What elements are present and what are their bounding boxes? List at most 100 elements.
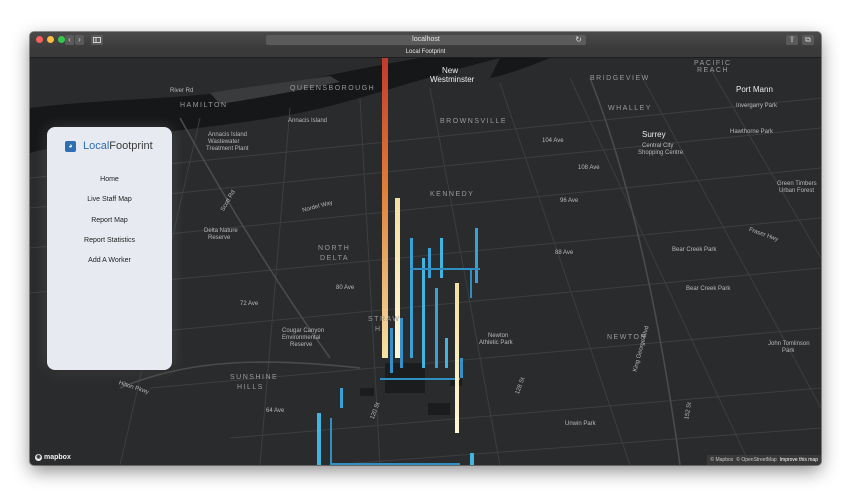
poi-label: Newton [488,333,509,339]
chevron-right-icon: › [78,35,81,44]
share-icon: ⇪ [788,35,796,44]
area-label: HILLS [237,384,264,391]
map-attribution: © Mapbox © OpenStreetMap Improve this ma… [707,455,821,465]
road-label: 80 Ave [336,285,355,291]
area-label: REACH [697,67,730,74]
nav-home[interactable]: Home [47,170,172,190]
tabs-icon: ⧉ [805,35,811,44]
area-label: BRIDGEVIEW [590,75,650,82]
brand-local: Local [83,140,110,152]
area-label: H [375,326,382,333]
tab-title[interactable]: Local Footprint [406,49,446,55]
poi-label: Reserve [290,342,313,348]
poi-label: Wastewater [208,139,240,145]
area-label: SUNSHINE [230,374,279,381]
bar [445,338,448,368]
area-label: NORTH [318,245,351,252]
map-view[interactable]: New Westminster Port Mann Surrey KENNEDY… [30,58,821,465]
attribution-mapbox-link[interactable]: © Mapbox [710,457,733,463]
bar [435,288,438,368]
area-label: STRAW [368,316,401,323]
tabs-button[interactable]: ⧉ [802,35,814,45]
place-label: Surrey [642,130,666,139]
poi-label: Urban Forest [779,188,815,194]
area-label: QUEENSBOROUGH [290,85,376,92]
poi-label: Athletic Park [479,340,513,346]
fraser-river-east [490,58,550,78]
bar [440,238,443,278]
poi-label: Delta Nature [204,228,238,234]
road-label: 72 Ave [240,301,259,307]
tall-bar-red [382,58,388,358]
brand[interactable]: ◕ LocalFootprint [65,140,153,152]
nav-add-a-worker[interactable]: Add A Worker [47,251,172,271]
sidebar-menu: Home Live Staff Map Report Map Report St… [47,170,172,271]
bar [422,258,425,368]
bar [410,238,413,358]
sidebar-icon [93,37,101,43]
browser-window: ‹ › localhost ↻ ⇪ ⧉ Local Footprint New … [30,32,821,465]
road-label: 96 Ave [560,198,579,204]
poi-label: Annacis Island [208,132,248,138]
poi-label: Cougar Canyon [282,328,325,334]
poi-label: Green Timbers [777,181,817,187]
area-label: HAMILTON [180,102,228,109]
bar [460,358,463,378]
area-label: KENNEDY [430,191,475,198]
browser-titlebar: ‹ › localhost ↻ ⇪ ⧉ [30,32,821,49]
nav-report-statistics[interactable]: Report Statistics [47,231,172,251]
road-label: 104 Ave [542,138,564,144]
bar [340,388,343,408]
poi-label: Bear Creek Park [672,247,717,253]
nav-live-staff-map[interactable]: Live Staff Map [47,190,172,210]
sidebar-toggle-button[interactable] [91,35,103,45]
forward-button[interactable]: › [75,35,84,45]
url-text: localhost [412,36,440,43]
place-label: Westminster [430,75,475,84]
bar [400,318,403,368]
close-window-button[interactable] [36,36,43,43]
poi-label: Treatment Plant [206,146,249,152]
tall-bar-cream [395,198,400,358]
brand-footprint: Footprint [109,140,153,152]
poi-label: Hawthorne Park [730,129,774,135]
maximize-window-button[interactable] [58,36,65,43]
back-button[interactable]: ‹ [65,35,74,45]
poi-label: Central City [642,143,674,149]
bar [390,328,393,373]
poi-label: Bear Creek Park [686,286,731,292]
address-bar[interactable]: localhost ↻ [266,35,586,45]
area-label: DELTA [320,255,350,262]
window-controls [36,36,65,43]
area-label: WHALLEY [608,105,652,112]
poi-label: John Tomlinson [768,341,810,347]
sidebar-nav: ◕ LocalFootprint Home Live Staff Map Rep… [47,127,172,370]
brand-name: LocalFootprint [83,140,153,152]
mapbox-logo-text: mapbox [44,454,71,461]
poi-label: Park [782,348,795,354]
road-label: 88 Ave [555,250,574,256]
poi-label: Shopping Centre [638,150,684,156]
tab-bar: Local Footprint [30,48,821,58]
mapbox-logo[interactable]: ◉ mapbox [35,454,71,461]
nav-report-map[interactable]: Report Map [47,211,172,231]
road-label: 108 Ave [578,165,600,171]
attribution-osm-link[interactable]: © OpenStreetMap [736,457,776,463]
bar [317,413,321,465]
poi-label: Annacis Island [288,118,328,124]
minimize-window-button[interactable] [47,36,54,43]
poi-label: Invergarry Park [736,103,778,109]
share-button[interactable]: ⇪ [786,35,798,45]
road-label: 64 Ave [266,408,285,414]
improve-map-link[interactable]: Improve this map [780,457,818,463]
tall-bar-cream [455,283,459,433]
reload-icon[interactable]: ↻ [575,35,582,45]
bar [475,228,478,283]
bar [470,453,474,465]
place-label: New [442,66,459,75]
area-label: PACIFIC [694,60,732,67]
mapbox-icon: ◉ [35,454,42,461]
place-label: Port Mann [736,85,773,94]
poi-label: Environmental [282,335,321,341]
owl-logo-icon: ◕ [65,140,76,152]
